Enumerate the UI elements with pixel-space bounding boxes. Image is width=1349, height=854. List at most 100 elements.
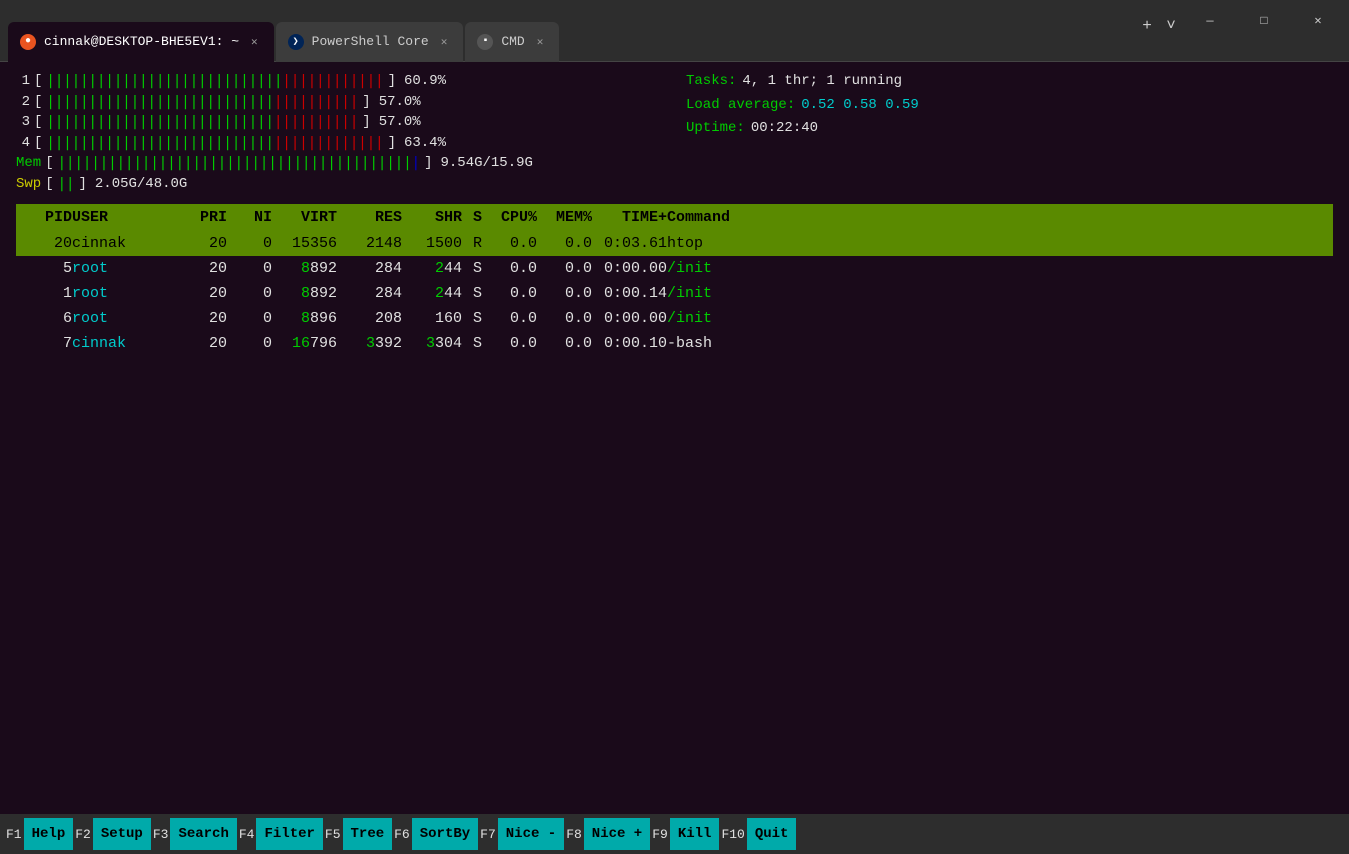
proc-s: S <box>462 333 482 354</box>
tab-powershell-close[interactable]: ✕ <box>437 33 452 51</box>
cpu-pct-1: 60.9% <box>404 72 446 92</box>
cpu-pct-4: 63.4% <box>404 134 446 154</box>
fkey-niceminus-label[interactable]: Nice - <box>498 818 564 850</box>
fkey-search-label[interactable]: Search <box>170 818 236 850</box>
proc-pid: 6 <box>22 308 72 329</box>
tasks-label: Tasks: <box>686 72 736 92</box>
powershell-icon: ❯ <box>288 34 304 50</box>
tab-ubuntu-close[interactable]: ✕ <box>247 33 262 51</box>
fkey-filter-label[interactable]: Filter <box>256 818 322 850</box>
proc-cmd: /init <box>667 258 1327 279</box>
fkey-help-label[interactable]: Help <box>24 818 74 850</box>
proc-cmd: /init <box>667 308 1327 329</box>
proc-res: 208 <box>337 308 402 329</box>
uptime-value: 00:22:40 <box>751 119 818 139</box>
proc-pri: 20 <box>172 308 227 329</box>
metrics-section: 1 [ ||||||||||||||||||||||||||||||||||||… <box>16 72 1333 196</box>
process-row-htop[interactable]: 20 cinnak 20 0 15356 2148 1500 R 0.0 0.0… <box>16 231 1333 256</box>
load-label: Load average: <box>686 96 795 116</box>
fkey-f10[interactable]: F10 Quit <box>719 818 796 850</box>
proc-shr: 1500 <box>402 233 462 254</box>
cpu-num-1: 1 <box>16 72 30 92</box>
proc-time: 0:00.00 <box>592 258 667 279</box>
fkey-f1[interactable]: F1 Help <box>4 818 73 850</box>
fkey-quit-label[interactable]: Quit <box>747 818 797 850</box>
mem-label: Mem <box>16 154 41 174</box>
fkey-f6[interactable]: F6 SortBy <box>392 818 478 850</box>
proc-user: cinnak <box>72 333 172 354</box>
proc-time: 0:00.00 <box>592 308 667 329</box>
proc-virt: 15356 <box>272 233 337 254</box>
dropdown-button[interactable]: ˅ <box>1163 18 1179 34</box>
maximize-button[interactable]: □ <box>1241 5 1287 37</box>
proc-cpu: 0.0 <box>482 283 537 304</box>
col-ni: NI <box>227 207 272 228</box>
fkey-f5[interactable]: F5 Tree <box>323 818 392 850</box>
fkey-f7[interactable]: F7 Nice - <box>478 818 564 850</box>
titlebar: ● cinnak@DESKTOP-BHE5EV1: ~ ✕ ❯ PowerShe… <box>0 0 1349 62</box>
process-row-5[interactable]: 5 root 20 0 8892 284 244 S 0.0 0.0 0:00.… <box>16 256 1333 281</box>
fkey-kill-label[interactable]: Kill <box>670 818 720 850</box>
cpu-row-3: 3 [ ||||||||||||||||||||||||||||||||||||… <box>16 113 666 133</box>
swp-bar-row: Swp [ || ] 2.05G/48.0G <box>16 175 666 195</box>
process-table: PID USER PRI NI VIRT RES SHR S CPU% MEM%… <box>16 204 1333 356</box>
proc-cmd: htop <box>667 233 1327 254</box>
proc-pid: 7 <box>22 333 72 354</box>
proc-pid: 1 <box>22 283 72 304</box>
proc-mem: 0.0 <box>537 283 592 304</box>
fkey-niceplus-label[interactable]: Nice + <box>584 818 650 850</box>
fkey-sortby-label[interactable]: SortBy <box>412 818 478 850</box>
process-row-1[interactable]: 1 root 20 0 8892 284 244 S 0.0 0.0 0:00.… <box>16 281 1333 306</box>
close-button[interactable]: ✕ <box>1295 5 1341 37</box>
fkey-f9[interactable]: F9 Kill <box>650 818 719 850</box>
fkey-f8[interactable]: F8 Nice + <box>564 818 650 850</box>
tab-cmd-label: CMD <box>501 34 524 49</box>
cpu-num-3: 3 <box>16 113 30 133</box>
process-row-6[interactable]: 6 root 20 0 8896 208 160 S 0.0 0.0 0:00.… <box>16 306 1333 331</box>
proc-shr: 3304 <box>402 333 462 354</box>
tab-cmd-close[interactable]: ✕ <box>533 33 548 51</box>
proc-pri: 20 <box>172 283 227 304</box>
proc-pid: 5 <box>22 258 72 279</box>
proc-mem: 0.0 <box>537 333 592 354</box>
col-s: S <box>462 207 482 228</box>
proc-res: 284 <box>337 283 402 304</box>
tab-cmd[interactable]: ▪ CMD ✕ <box>465 22 559 62</box>
tab-ubuntu[interactable]: ● cinnak@DESKTOP-BHE5EV1: ~ ✕ <box>8 22 274 62</box>
new-tab-button[interactable]: + <box>1139 18 1155 34</box>
col-user: USER <box>72 207 172 228</box>
proc-time: 0:03.61 <box>592 233 667 254</box>
ubuntu-icon: ● <box>20 34 36 50</box>
tab-powershell[interactable]: ❯ PowerShell Core ✕ <box>276 22 464 62</box>
titlebar-actions: + ˅ — □ ✕ <box>1139 10 1341 42</box>
proc-s: S <box>462 283 482 304</box>
fkey-f3[interactable]: F3 Search <box>151 818 237 850</box>
proc-cmd: -bash <box>667 333 1327 354</box>
proc-ni: 0 <box>227 333 272 354</box>
proc-s: R <box>462 233 482 254</box>
proc-shr: 160 <box>402 308 462 329</box>
fkey-f4[interactable]: F4 Filter <box>237 818 323 850</box>
tab-ubuntu-label: cinnak@DESKTOP-BHE5EV1: ~ <box>44 34 239 49</box>
col-pid: PID <box>22 207 72 228</box>
mem-value: 9.54G/15.9G <box>440 154 532 174</box>
cpu-row-1: 1 [ ||||||||||||||||||||||||||||||||||||… <box>16 72 666 92</box>
cpu-bar-4: |||||||||||||||||||||||||||||||||||||||| <box>46 134 383 154</box>
proc-cmd: /init <box>667 283 1327 304</box>
fkey-f2[interactable]: F2 Setup <box>73 818 151 850</box>
proc-pri: 20 <box>172 333 227 354</box>
mem-bar: ||||||||||||||||||||||||||||||||||||||||… <box>58 154 420 174</box>
minimize-button[interactable]: — <box>1187 5 1233 37</box>
cpu-bar-3: ||||||||||||||||||||||||||||||||||||| <box>46 113 358 133</box>
cpu-pct-2: 57.0% <box>379 93 421 113</box>
fkey-tree-label[interactable]: Tree <box>343 818 393 850</box>
proc-user: cinnak <box>72 233 172 254</box>
process-row-7[interactable]: 7 cinnak 20 0 16796 3392 3304 S 0.0 0.0 … <box>16 331 1333 356</box>
proc-ni: 0 <box>227 233 272 254</box>
proc-shr: 244 <box>402 258 462 279</box>
col-res: RES <box>337 207 402 228</box>
fkey-setup-label[interactable]: Setup <box>93 818 151 850</box>
cpu-bar-2: ||||||||||||||||||||||||||||||||||||| <box>46 93 358 113</box>
swp-bar: || <box>58 175 75 195</box>
proc-res: 2148 <box>337 233 402 254</box>
